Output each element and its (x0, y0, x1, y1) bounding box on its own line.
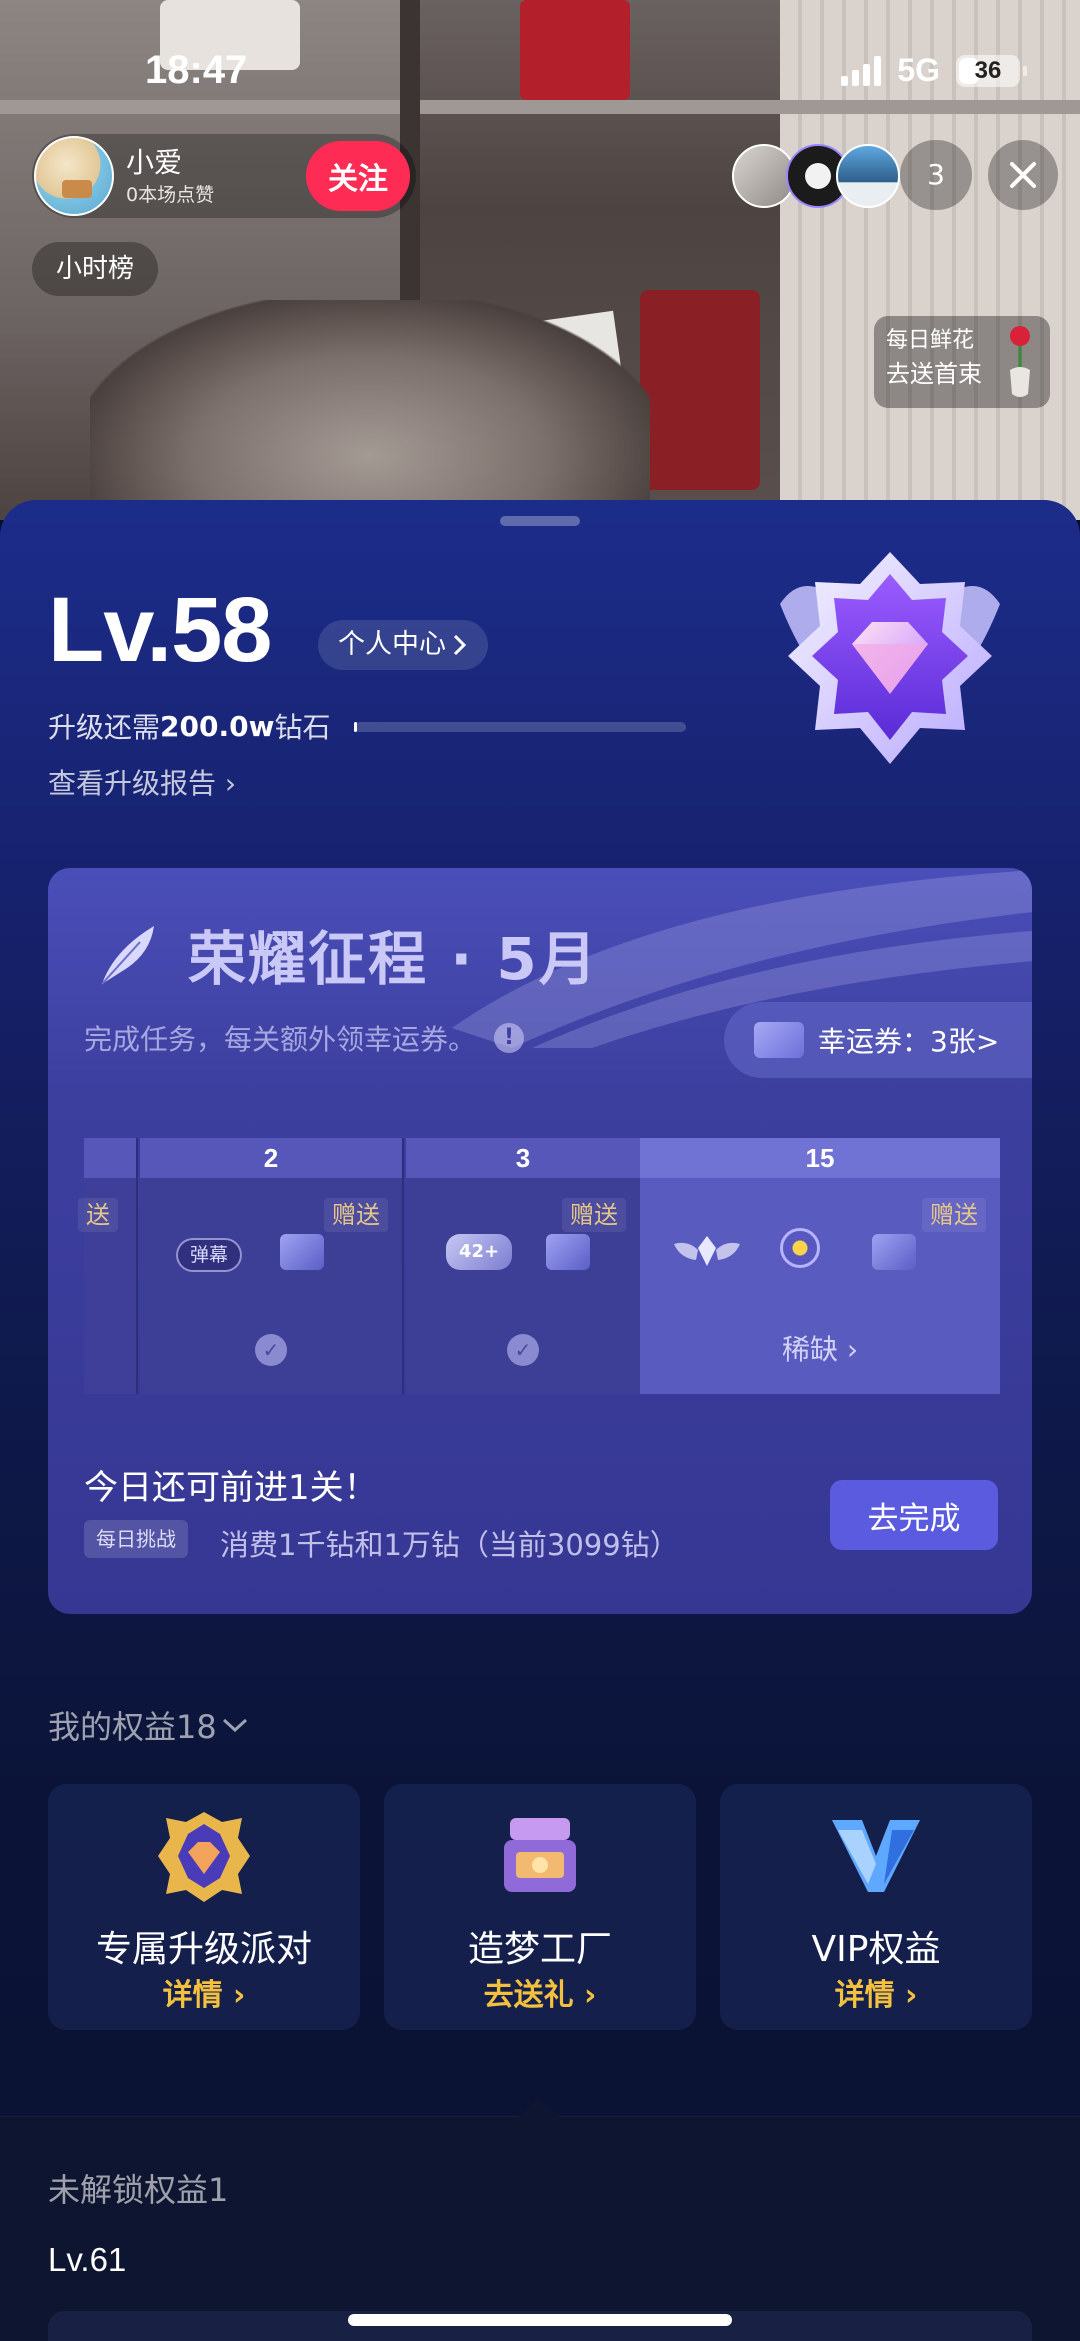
home-indicator[interactable] (348, 2314, 732, 2326)
daily-challenge-tag: 每日挑战 (84, 1520, 188, 1558)
upgrade-report-link[interactable]: 查看升级报告 › (48, 762, 236, 802)
personal-center-button[interactable]: 个人中心 (318, 620, 488, 670)
level-column[interactable]: 2 赠送 弹幕 ✓ (140, 1138, 404, 1394)
ticket-icon (280, 1234, 324, 1270)
honor-subtitle: 完成任务，每关额外领幸运券。 ! (84, 1018, 525, 1058)
right-name: VIP权益 (811, 1929, 941, 1970)
level-track[interactable]: 送 2 赠送 弹幕 ✓ 3 赠送 42+ ✓ 15 赠送 稀缺 › (78, 1138, 1000, 1394)
feather-icon (101, 926, 154, 985)
right-name: 造梦工厂 (467, 1929, 612, 1970)
gift-tag: 赠送 (922, 1198, 986, 1232)
upgrade-party-icon (158, 1812, 250, 1902)
personal-center-label: 个人中心 (338, 629, 446, 660)
right-name: 专属升级派对 (95, 1929, 312, 1970)
frame-icon (780, 1228, 820, 1268)
right-link[interactable]: 去送礼 › (384, 1970, 696, 2014)
locked-rights-title: 未解锁权益1 (48, 2171, 229, 2209)
viewer-count[interactable]: 3 (900, 140, 972, 210)
host-avatar[interactable] (34, 136, 114, 216)
check-icon: ✓ (255, 1334, 287, 1366)
right-link[interactable]: 详情 › (48, 1970, 360, 2014)
rights-list: 专属升级派对 详情 › 造梦工厂 去送礼 › VIP权益 详情 › (48, 1784, 1032, 2030)
level-label: Lv.58 (48, 579, 272, 681)
host-likes: 0本场点赞 (126, 183, 215, 206)
viewer-avatar[interactable] (836, 144, 900, 208)
level-column[interactable]: 3 赠送 42+ ✓ (406, 1138, 640, 1394)
info-icon[interactable]: ! (494, 1023, 525, 1053)
gift-tag: 赠送 (324, 1198, 388, 1232)
go-complete-button[interactable]: 去完成 (830, 1480, 998, 1550)
right-card-upgrade-party[interactable]: 专属升级派对 详情 › (48, 1784, 360, 2030)
follow-button[interactable]: 关注 (306, 141, 410, 211)
check-icon: ✓ (507, 1334, 539, 1366)
honor-journey-card: 荣耀征程 · 5月 完成任务，每关额外领幸运券。 ! 幸运券：3张> 送 2 赠… (48, 868, 1032, 1614)
level-number: 3 (406, 1138, 640, 1178)
viewer-avatars[interactable] (732, 140, 902, 210)
close-icon (1010, 162, 1036, 188)
level-column[interactable]: 送 (78, 1138, 138, 1394)
locked-rights-section: 未解锁权益1 Lv.61 (0, 2096, 1080, 2341)
rare-link[interactable]: 稀缺 › (640, 1328, 1000, 1368)
hour-rank-button[interactable]: 小时榜 (32, 242, 159, 296)
daily-challenge-desc: 消费1千钻和1万钻（当前3099钻） (220, 1528, 679, 1562)
level-number: 15 (640, 1138, 1000, 1178)
ticket-icon (754, 1022, 804, 1058)
ticket-icon (872, 1234, 916, 1270)
flower-vase-icon (1010, 326, 1030, 397)
daily-flower-button[interactable]: 每日鲜花 去送首束 (874, 316, 1050, 408)
network-label: 5G (897, 52, 940, 88)
right-link[interactable]: 详情 › (720, 1970, 1032, 2014)
level-sheet: Lv.58 个人中心 升级还需 200.0w 钻石 查看升级报告 › 荣耀征程 … (0, 500, 1080, 2341)
sheet-grabber[interactable] (500, 516, 580, 526)
gift-tag: 送 (78, 1198, 118, 1232)
lucky-ticket-button[interactable]: 幸运券：3张> (724, 1002, 1032, 1078)
level-badge-icon (780, 552, 1000, 764)
host-name: 小爱 (126, 145, 183, 179)
level-number: 2 (140, 1138, 402, 1178)
danmu-chip: 弹幕 (176, 1238, 243, 1272)
dream-factory-icon (504, 1818, 576, 1892)
chevron-right-icon (453, 634, 467, 656)
right-card-dream-factory[interactable]: 造梦工厂 去送礼 › (384, 1784, 696, 2030)
host-info[interactable]: 小爱 0本场点赞 关注 (32, 134, 416, 218)
vip-v-icon (832, 1820, 920, 1892)
today-progress-text: 今日还可前进1关！ (84, 1468, 378, 1508)
signal-icon (841, 55, 882, 86)
level-column-current[interactable]: 15 赠送 稀缺 › (640, 1138, 1000, 1394)
honor-title: 荣耀征程 · 5月 (188, 925, 599, 993)
close-button[interactable] (988, 140, 1058, 210)
level-progress-bar (354, 722, 686, 732)
chevron-down-icon (222, 1718, 247, 1733)
locked-level: Lv.61 (48, 2241, 127, 2278)
upgrade-requirement: 升级还需 200.0w 钻石 (48, 709, 331, 745)
my-rights-toggle[interactable]: 我的权益18 (48, 1702, 249, 1748)
lucky-ticket-label: 幸运券：3张> (818, 1025, 1000, 1058)
battery-icon: 36 (956, 54, 1027, 87)
wings-badge-icon (674, 1236, 740, 1266)
crown-badge-icon: 42+ (446, 1234, 512, 1270)
right-card-vip[interactable]: VIP权益 详情 › (720, 1784, 1032, 2030)
status-time: 18:47 (145, 48, 248, 92)
status-indicators: 5G 36 (841, 52, 1027, 89)
gift-tag: 赠送 (562, 1198, 626, 1232)
ticket-icon (546, 1234, 590, 1270)
